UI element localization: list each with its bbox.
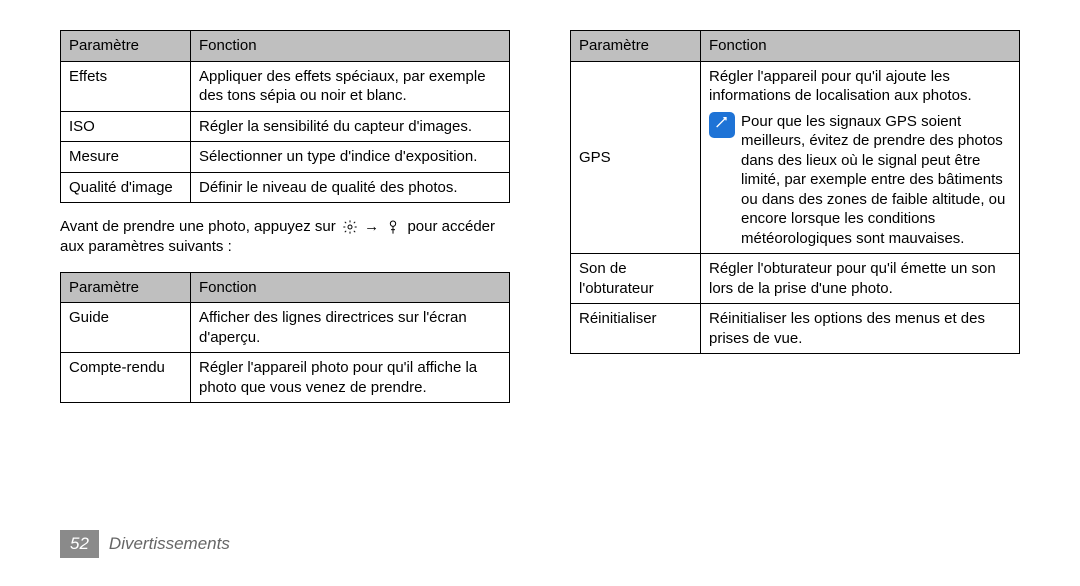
note-icon	[709, 112, 735, 138]
func-cell: Régler la sensibilité du capteur d'image…	[191, 111, 510, 142]
gear-icon	[342, 219, 358, 235]
table-header-param: Paramètre	[61, 31, 191, 62]
right-column: Paramètre Fonction GPS Régler l'appareil…	[570, 30, 1020, 403]
table-row: Compte-rendu Régler l'appareil photo pou…	[61, 353, 510, 403]
table-header-param: Paramètre	[61, 272, 191, 303]
func-cell: Afficher des lignes directrices sur l'éc…	[191, 303, 510, 353]
note-text: Pour que les signaux GPS soient meilleur…	[741, 112, 1011, 249]
intertext-before: Avant de prendre une photo, appuyez sur	[60, 218, 340, 235]
settings-table-3: Paramètre Fonction GPS Régler l'appareil…	[570, 30, 1020, 354]
param-cell: GPS	[571, 61, 701, 254]
func-cell: Régler l'obturateur pour qu'il émette un…	[701, 254, 1020, 304]
settings-table-1: Paramètre Fonction Effets Appliquer des …	[60, 30, 510, 203]
func-cell: Appliquer des effets spéciaux, par exemp…	[191, 61, 510, 111]
param-cell: Guide	[61, 303, 191, 353]
func-cell: Réinitialiser les options des menus et d…	[701, 304, 1020, 354]
page-number: 52	[60, 530, 99, 558]
table-row: ISO Régler la sensibilité du capteur d'i…	[61, 111, 510, 142]
param-cell: Son de l'obturateur	[571, 254, 701, 304]
param-cell: Qualité d'image	[61, 172, 191, 203]
param-cell: Compte-rendu	[61, 353, 191, 403]
page-footer: 52 Divertissements	[60, 530, 230, 558]
param-cell: Réinitialiser	[571, 304, 701, 354]
func-cell: Régler l'appareil pour qu'il ajoute les …	[701, 61, 1020, 254]
func-cell: Régler l'appareil photo pour qu'il affic…	[191, 353, 510, 403]
table-header-func: Fonction	[191, 31, 510, 62]
note-block: Pour que les signaux GPS soient meilleur…	[709, 112, 1011, 249]
func-text: Régler l'appareil pour qu'il ajoute les …	[709, 67, 1011, 106]
table-row: Qualité d'image Définir le niveau de qua…	[61, 172, 510, 203]
table-row: Effets Appliquer des effets spéciaux, pa…	[61, 61, 510, 111]
table-row: Son de l'obturateur Régler l'obturateur …	[571, 254, 1020, 304]
table-row: Réinitialiser Réinitialiser les options …	[571, 304, 1020, 354]
func-cell: Définir le niveau de qualité des photos.	[191, 172, 510, 203]
settings-table-2: Paramètre Fonction Guide Afficher des li…	[60, 272, 510, 404]
table-row: GPS Régler l'appareil pour qu'il ajoute …	[571, 61, 1020, 254]
arrow-text: →	[364, 218, 379, 235]
intertext: Avant de prendre une photo, appuyez sur …	[60, 217, 510, 258]
table-header-func: Fonction	[191, 272, 510, 303]
table-row: Guide Afficher des lignes directrices su…	[61, 303, 510, 353]
func-cell: Sélectionner un type d'indice d'expositi…	[191, 142, 510, 173]
table-row: Mesure Sélectionner un type d'indice d'e…	[61, 142, 510, 173]
section-title: Divertissements	[109, 534, 230, 554]
tool-icon	[385, 219, 401, 235]
param-cell: Mesure	[61, 142, 191, 173]
param-cell: ISO	[61, 111, 191, 142]
table-header-func: Fonction	[701, 31, 1020, 62]
param-cell: Effets	[61, 61, 191, 111]
left-column: Paramètre Fonction Effets Appliquer des …	[60, 30, 510, 403]
table-header-param: Paramètre	[571, 31, 701, 62]
